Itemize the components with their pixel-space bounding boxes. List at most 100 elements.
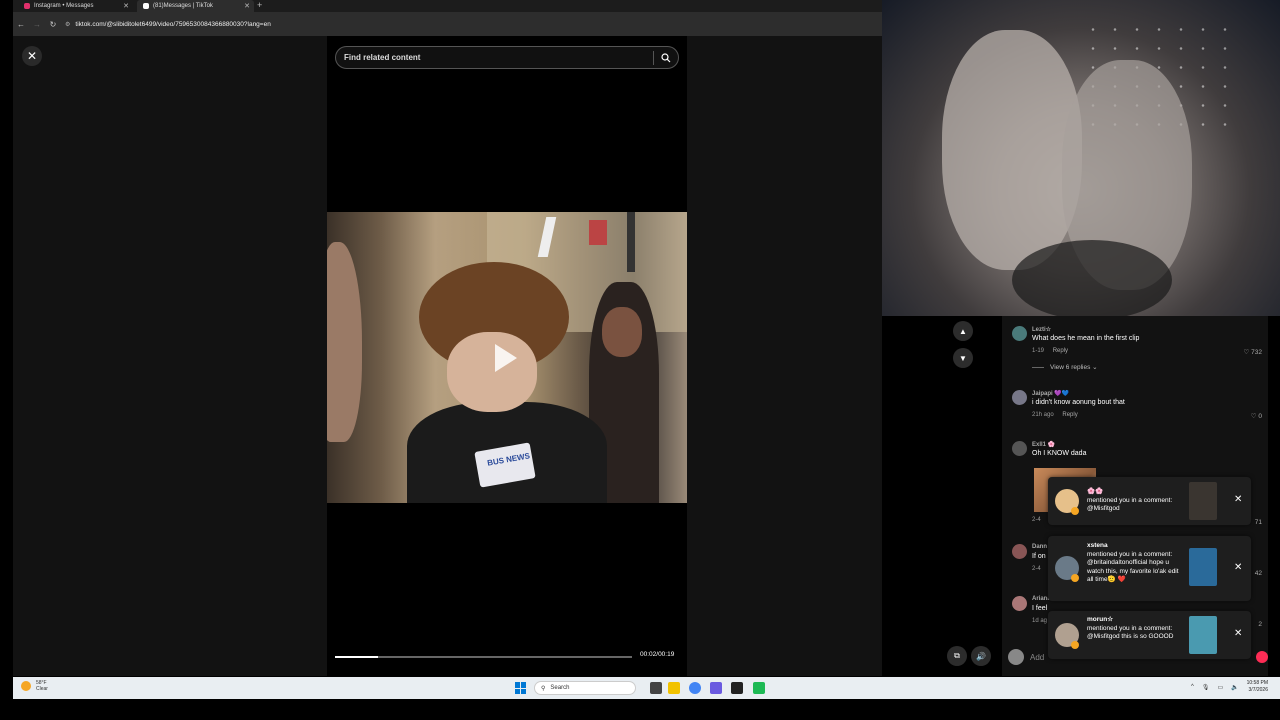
chrome-icon[interactable] [689,682,701,694]
tiktok-icon [143,3,149,9]
like-count[interactable]: ♡ 732 [1244,348,1263,356]
tab-instagram[interactable]: Instagram • Messages ✕ [18,0,133,12]
weather-widget[interactable]: 58°F Clear [21,680,48,692]
system-tray: ^ 🎙 ▭ 🔈 10:58 PM 3/7/2026 [1191,680,1268,694]
comment-user[interactable]: Lezti☆ [1032,326,1051,333]
mic-icon[interactable]: 🎙 [1202,684,1210,691]
next-video-button[interactable]: ▼ [953,348,973,368]
task-view-icon[interactable] [650,682,662,694]
like-count[interactable]: 42 [1255,570,1262,577]
tab-title: (81)Messages | TikTok [153,3,213,9]
avatar[interactable] [1012,544,1027,559]
notification-thumbnail[interactable] [1189,616,1217,654]
tab-tiktok[interactable]: (81)Messages | TikTok ✕ [137,0,254,12]
progress-bar[interactable] [335,656,632,658]
search-icon: ⚲ [541,685,546,692]
browser-window: Instagram • Messages ✕ (81)Messages | Ti… [13,0,882,676]
notification-thumbnail[interactable] [1189,482,1217,520]
comment-user[interactable]: Jaipapi 💜💙 [1032,390,1069,397]
taskbar-search-label: Search [550,685,570,691]
notification-thumbnail[interactable] [1189,548,1217,586]
like-number: 732 [1251,349,1262,356]
back-icon[interactable]: ← [13,20,29,29]
webcam-overlay [882,0,1280,316]
like-count[interactable]: 2 [1258,621,1262,628]
discord-icon[interactable] [710,682,722,694]
reload-icon[interactable]: ↻ [45,20,61,29]
previous-video-button[interactable]: ▲ [953,321,973,341]
url-text: tiktok.com/@slibiditolet6499/video/75965… [75,20,271,28]
chevron-up-icon: ▲ [959,326,967,336]
close-tab-icon[interactable]: ✕ [123,2,129,10]
comment-date: 1d ag [1032,618,1048,624]
app-icon[interactable] [731,682,743,694]
app-icon[interactable] [753,682,765,694]
avatar[interactable] [1012,441,1027,456]
picture-in-picture-button[interactable]: ⧉ [947,646,967,666]
close-icon[interactable]: ✕ [1234,494,1242,505]
search-icon[interactable] [654,47,678,68]
close-icon[interactable]: ✕ [1234,628,1242,639]
taskbar: 58°F Clear ⚲ Search ^ 🎙 ▭ 🔈 10:58 PM 3/7… [13,677,1280,699]
play-icon[interactable] [495,344,517,372]
close-tab-icon[interactable]: ✕ [244,2,250,10]
reply-button[interactable]: Reply [1053,348,1068,354]
browser-toolbar: ← → ↻ ⚙ tiktok.com/@slibiditolet6499/vid… [13,12,882,36]
comment-text: Oh I KNOW dada [1032,450,1087,457]
video-panel: BUS NEWS 00:02/00:19 [327,36,687,676]
forward-icon[interactable]: → [29,20,45,29]
search-box [335,46,679,69]
search-input[interactable] [336,47,653,68]
volume-icon: 🔊 [976,651,986,661]
view-replies-label: View 6 replies [1050,364,1091,371]
screen: Instagram • Messages ✕ (81)Messages | Ti… [0,0,1280,720]
start-button[interactable] [515,682,527,694]
avatar [1008,649,1024,665]
network-icon[interactable]: ▭ [1217,684,1223,691]
clock-time: 10:58 PM [1246,680,1268,686]
wall-decoration [627,212,635,272]
person-left [327,242,362,442]
close-icon[interactable]: ✕ [1234,562,1242,573]
like-count[interactable]: 71 [1255,519,1262,526]
volume-icon[interactable]: 🔈 [1231,684,1238,691]
pip-icon: ⧉ [954,651,960,660]
add-comment-input[interactable]: Add [1030,653,1044,662]
avatar[interactable] [1012,390,1027,405]
notification-badge [1071,507,1079,515]
progress-fill [335,656,379,658]
notification-text: mentioned you in a comment: @Misfitgod t… [1087,624,1174,641]
like-count[interactable]: ♡ 0 [1251,412,1262,420]
site-info-icon[interactable]: ⚙ [65,21,70,28]
comment-meta: 21h ago Reply [1032,412,1078,418]
notification-body: morun☆ mentioned you in a comment: @Misf… [1087,616,1182,642]
notification-toast[interactable]: xstena mentioned you in a comment: @brit… [1048,536,1251,601]
avatar[interactable] [1012,326,1027,341]
volume-button[interactable]: 🔊 [971,646,991,666]
close-video-button[interactable]: ✕ [22,46,42,66]
reply-button[interactable]: Reply [1062,412,1077,418]
notification-user: 🌸🌸 [1087,488,1104,495]
weather-desc: Clear [36,686,48,692]
chevron-up-icon[interactable]: ^ [1191,684,1194,690]
comment-text: What does he mean in the first clip [1032,335,1140,342]
notification-badge [1071,574,1079,582]
comment-date: 21h ago [1032,412,1054,418]
notification-text: mentioned you in a comment: @Misfitgod [1087,496,1173,513]
tiktok-page: ✕ Find related content BUS NEWS 00:02/00… [13,36,882,676]
comment-user[interactable]: Exll1 🌸 [1032,441,1055,448]
view-replies-button[interactable]: View 6 replies ⌄ [1032,363,1098,371]
notification-badge [1071,641,1079,649]
comment-user[interactable]: Dann [1032,544,1047,550]
new-tab-button[interactable]: + [257,0,262,11]
avatar[interactable] [1012,596,1027,611]
comment-text: I feel [1032,605,1048,612]
file-explorer-icon[interactable] [668,682,680,694]
address-bar[interactable]: ⚙ tiktok.com/@slibiditolet6499/video/759… [65,17,271,31]
video-player[interactable]: BUS NEWS [327,212,687,503]
taskbar-search[interactable]: ⚲ Search [534,681,636,695]
notification-toast[interactable]: morun☆ mentioned you in a comment: @Misf… [1048,611,1251,659]
clock[interactable]: 10:58 PM 3/7/2026 [1247,680,1268,694]
post-comment-button[interactable] [1256,651,1268,663]
notification-toast[interactable]: 🌸🌸 mentioned you in a comment: @Misfitgo… [1048,477,1251,525]
